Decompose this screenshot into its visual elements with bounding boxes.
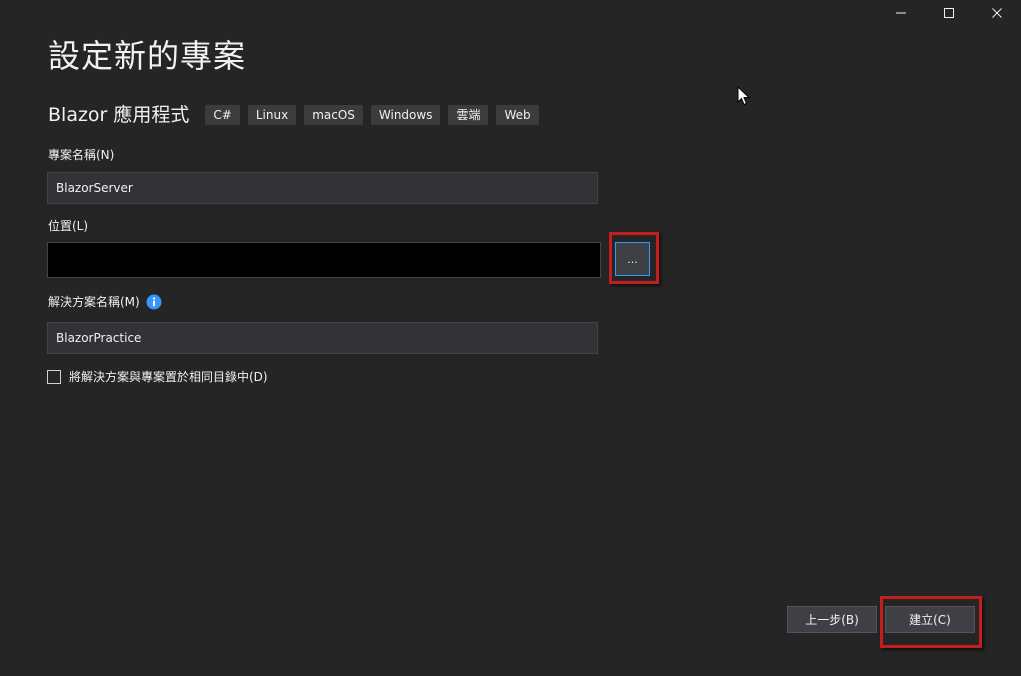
template-info: Blazor 應用程式 C# Linux macOS Windows 雲端 We… <box>48 102 539 128</box>
back-button[interactable]: 上一步(B) <box>787 606 877 633</box>
same-directory-checkbox[interactable] <box>47 369 61 384</box>
minimize-icon <box>896 12 906 14</box>
location-input[interactable] <box>47 242 601 278</box>
maximize-button[interactable] <box>925 0 973 26</box>
solution-name-label-row: 解決方案名稱(M) <box>48 294 162 310</box>
solution-name-input[interactable] <box>47 322 598 354</box>
tag-web: Web <box>496 105 539 125</box>
tag-windows: Windows <box>370 105 441 125</box>
project-name-label: 專案名稱(N) <box>48 148 115 162</box>
same-directory-label[interactable]: 將解決方案與專案置於相同目錄中(D) <box>69 368 268 385</box>
solution-name-label: 解決方案名稱(M) <box>48 295 140 309</box>
template-tags: C# Linux macOS Windows 雲端 Web <box>205 105 539 125</box>
browse-button[interactable]: ... <box>615 242 650 276</box>
location-label: 位置(L) <box>48 219 89 233</box>
close-icon <box>992 8 1002 18</box>
project-name-input[interactable] <box>47 172 598 204</box>
close-button[interactable] <box>973 0 1021 26</box>
info-icon[interactable] <box>146 294 162 310</box>
same-directory-option[interactable]: 將解決方案與專案置於相同目錄中(D) <box>47 368 268 385</box>
tag-cloud: 雲端 <box>448 105 489 125</box>
tag-linux: Linux <box>247 105 297 125</box>
mouse-pointer-icon <box>737 85 751 110</box>
tag-macos: macOS <box>304 105 363 125</box>
maximize-icon <box>944 8 954 18</box>
window-controls <box>877 0 1021 26</box>
page-title: 設定新的專案 <box>48 37 247 75</box>
create-button[interactable]: 建立(C) <box>885 606 975 633</box>
template-name: Blazor 應用程式 <box>48 104 190 126</box>
tag-csharp: C# <box>205 105 240 125</box>
minimize-button[interactable] <box>877 0 925 26</box>
